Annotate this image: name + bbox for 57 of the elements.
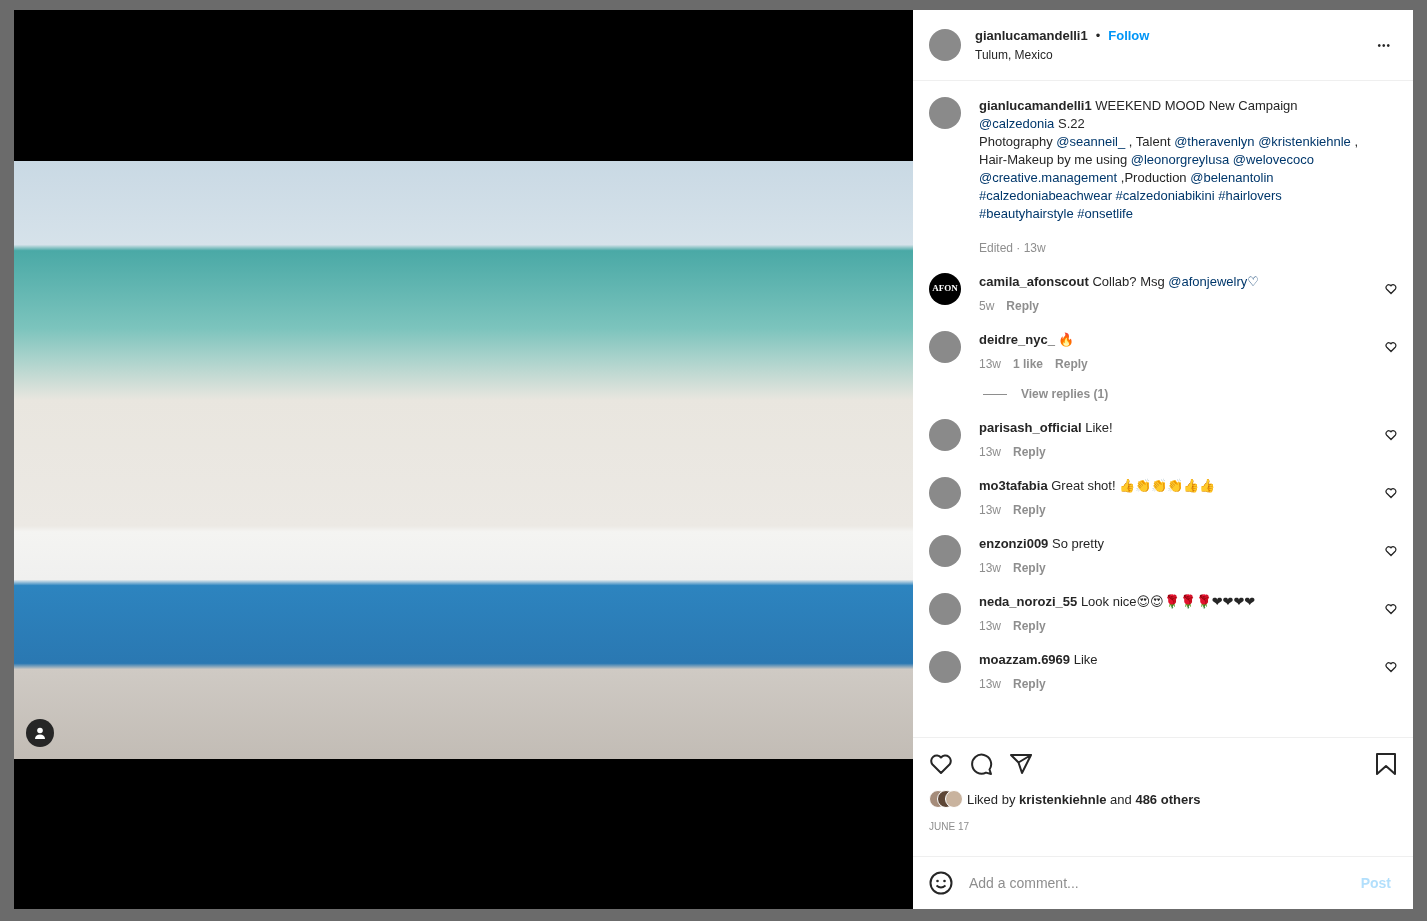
author-avatar[interactable]: [929, 29, 961, 61]
like-comment-icon[interactable]: [1385, 603, 1397, 615]
comment-time: 13w: [979, 560, 1001, 577]
like-comment-icon[interactable]: [1385, 341, 1397, 353]
mention-link[interactable]: #calzedoniabeachwear: [979, 188, 1112, 203]
mention-link[interactable]: @creative.management: [979, 170, 1118, 185]
more-options-button[interactable]: •••: [1371, 36, 1397, 54]
emoji-icon[interactable]: [929, 871, 953, 895]
comment-text: mo3tafabia Great shot! 👍👏👏👏👍👍: [979, 477, 1217, 495]
like-comment-icon[interactable]: [1385, 661, 1397, 673]
user-avatar[interactable]: [929, 535, 961, 567]
user-avatar[interactable]: [929, 419, 961, 451]
mention-link[interactable]: @kristenkiehnle: [1258, 134, 1351, 149]
mention-link[interactable]: @theravenlyn: [1174, 134, 1255, 149]
mention-link[interactable]: @seanneil_: [1056, 134, 1126, 149]
mention-link[interactable]: @afonjewelry♡: [1168, 274, 1259, 289]
mention-link[interactable]: #onsetlife: [1077, 206, 1133, 221]
user-avatar[interactable]: AFON: [929, 273, 961, 305]
location-text[interactable]: Tulum, Mexico: [975, 45, 1150, 64]
comment-time: 13w: [979, 618, 1001, 635]
comment-time: 13w: [979, 356, 1001, 373]
user-avatar[interactable]: [929, 331, 961, 363]
comment-text: parisash_official Like!: [979, 419, 1114, 437]
like-comment-icon[interactable]: [1385, 545, 1397, 557]
caption-text: gianlucamandelli1 WEEKEND MOOD New Campaign @calzedonia S.22 Photography @seanneil_ , Talent @theravenlyn @kristenkiehnle , Hair-Makeup by me using @leonorgreylusa @welovecoco @creative.management ,Production @belenantolin #calzedoniabeachwear #calzedoniabikini #hairlovers #beautyhairstyle #onsetlife: [979, 97, 1360, 223]
comment-text: deidre_nyc_ 🔥: [979, 331, 1076, 349]
separator-dot: •: [1095, 27, 1101, 46]
like-comment-icon[interactable]: [1385, 283, 1397, 295]
comment-text: neda_norozi_55 Look nice😍😍🌹🌹🌹❤❤❤❤: [979, 593, 1257, 611]
user-avatar[interactable]: [929, 651, 961, 683]
mention-link[interactable]: #beautyhairstyle: [979, 206, 1074, 221]
comment-text: moazzam.6969 Like: [979, 651, 1099, 669]
post-date: JUNE 17: [929, 820, 970, 834]
mention-link[interactable]: @leonorgreylusa: [1130, 152, 1230, 167]
comment-icon[interactable]: [969, 751, 993, 776]
comment-time: 13w: [979, 444, 1001, 461]
comment-time: 13w: [979, 502, 1001, 519]
post-time: Edited · 13w: [979, 240, 1046, 257]
likes-text[interactable]: Liked by kristenkiehnle and 486 others: [967, 789, 1201, 809]
send-icon[interactable]: [1009, 751, 1033, 776]
bookmark-icon[interactable]: [1375, 751, 1397, 776]
comment-text: enzonzi009 So pretty: [979, 535, 1105, 553]
mention-link[interactable]: #calzedoniabikini: [1115, 188, 1215, 203]
comment-time: 5w: [979, 298, 995, 315]
mention-link[interactable]: #hairlovers: [1218, 188, 1282, 203]
mention-link[interactable]: @calzedonia: [979, 116, 1055, 131]
liker-avatar: [945, 790, 963, 809]
comment-text: camila_afonscout Collab? Msg @afonjewelry♡: [979, 273, 1260, 291]
author-username[interactable]: gianlucamandelli1: [975, 26, 1088, 46]
comment-time: 13w: [979, 676, 1001, 693]
user-avatar[interactable]: [929, 477, 961, 509]
like-comment-icon[interactable]: [1385, 429, 1397, 441]
mention-link[interactable]: @belenantolin: [1190, 170, 1274, 185]
user-avatar[interactable]: [929, 97, 961, 129]
mention-link[interactable]: @welovecoco: [1232, 152, 1314, 167]
user-avatar[interactable]: [929, 593, 961, 625]
like-comment-icon[interactable]: [1385, 487, 1397, 499]
